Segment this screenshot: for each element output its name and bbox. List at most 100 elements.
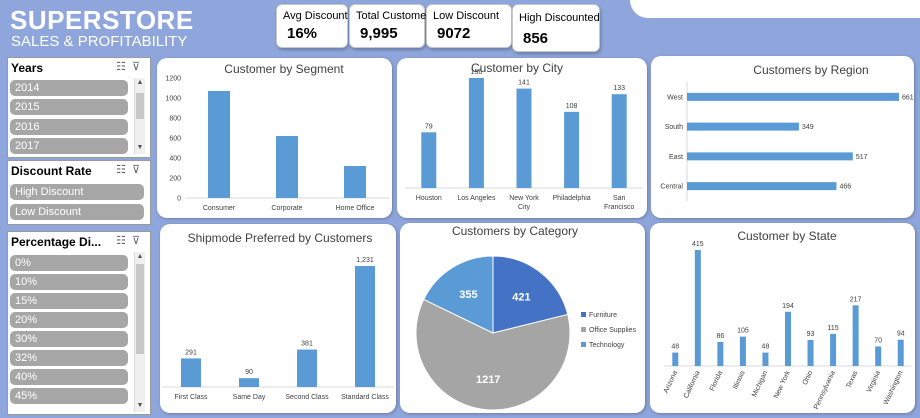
bar (785, 311, 791, 366)
slicer-item-low-discount[interactable]: Low Discount (10, 204, 144, 220)
slicer-item-high-discount[interactable]: High Discount (10, 184, 144, 200)
scroll-thumb[interactable] (136, 264, 144, 354)
slicer-item-15[interactable]: 15% (10, 293, 128, 309)
slicer-item-32[interactable]: 32% (10, 350, 128, 366)
data-label: 415 (692, 241, 704, 248)
dashboard-subtitle: SALES & PROFITABILITY (11, 33, 188, 50)
slicer-title: Percentage Di... (11, 235, 102, 249)
bar (516, 88, 532, 188)
slicer-item-45[interactable]: 45% (10, 388, 128, 404)
clear-filter-icon[interactable]: ⊽ (132, 61, 146, 73)
slicer-years: Years ☷⊽ 2014 2015 2016 2017 ▲ ▼ (7, 57, 151, 158)
bar (687, 152, 853, 161)
slicer-item-30[interactable]: 30% (10, 331, 128, 347)
scroll-up-icon[interactable]: ▲ (135, 253, 145, 261)
clear-filter-icon[interactable]: ⊽ (132, 164, 146, 176)
bar (687, 182, 837, 191)
x-tick-label: Michigan (751, 370, 769, 398)
bar (564, 111, 580, 188)
x-tick-label: Ohio (802, 370, 815, 386)
x-tick-label: Pennsylvania (813, 370, 837, 411)
bar (830, 333, 837, 366)
slicer-controls: ☷⊽ (116, 234, 146, 247)
legend-swatch (581, 342, 586, 347)
chart-customer-by-segment: Customer by Segment 0 200 400 600 800 1000 1200… (157, 58, 392, 218)
x-tick-label: Texas (845, 369, 859, 389)
x-tick-label: Standard Class (341, 394, 389, 401)
chart-title: Customer by Segment (224, 62, 344, 76)
data-label: 355 (459, 289, 477, 301)
slicer-item-10[interactable]: 10% (10, 274, 128, 290)
bar (762, 352, 769, 366)
y-tick-label: East (669, 154, 683, 161)
scroll-down-icon[interactable]: ▼ (135, 144, 145, 152)
slicer-item-2017[interactable]: 2017 (10, 138, 128, 154)
slicer-scrollbar[interactable]: ▲ ▼ (134, 252, 145, 412)
slicer-controls: ☷⊽ (116, 60, 146, 73)
bar (807, 340, 814, 366)
data-label: 86 (716, 333, 724, 340)
data-label: 94 (897, 331, 905, 338)
data-label: 194 (782, 303, 794, 310)
y-tick-label: 800 (169, 116, 181, 123)
legend-label: Office Supplies (589, 327, 636, 334)
shipmode-chart-svg: Shipmode Preferred by Customers 291 First … (162, 231, 394, 401)
slicer-discount-rate: Discount Rate ☷⊽ High Discount Low Disco… (7, 160, 151, 225)
x-tick-label: New York (509, 195, 539, 202)
kpi-label: Total Customers (356, 10, 436, 22)
x-tick-label: Washington (883, 370, 905, 406)
y-tick-label: South (665, 124, 683, 131)
y-tick-label: 1200 (165, 76, 181, 83)
x-tick-label: Corporate (271, 205, 302, 212)
data-label: 70 (874, 337, 882, 344)
data-label: 141 (518, 80, 530, 87)
slicer-item-40[interactable]: 40% (10, 369, 128, 385)
segment-chart-svg: Customer by Segment 0 200 400 600 800 1000 1200… (165, 62, 389, 212)
scroll-down-icon[interactable]: ▼ (135, 402, 145, 410)
x-tick-label: California (683, 370, 702, 400)
bar (687, 92, 899, 101)
data-label: 421 (512, 292, 530, 304)
slicer-scrollbar[interactable]: ▲ ▼ (134, 78, 145, 154)
kpi-label: High Discounted (519, 12, 600, 24)
slicer-item-2014[interactable]: 2014 (10, 80, 128, 96)
chart-title: Shipmode Preferred by Customers (188, 231, 373, 245)
bar (344, 166, 366, 198)
bar (739, 336, 746, 366)
data-label: 156 (471, 69, 483, 76)
y-tick-label: 1000 (165, 96, 181, 103)
slicer-item-2016[interactable]: 2016 (10, 119, 128, 135)
state-chart-svg: Customer by State 48 Arizona 415 California 8… (663, 229, 912, 411)
multi-select-icon[interactable]: ☷ (116, 61, 132, 73)
slicer-item-0[interactable]: 0% (10, 255, 128, 271)
data-label: 105 (737, 328, 749, 335)
scroll-thumb[interactable] (136, 93, 144, 119)
slicer-item-2015[interactable]: 2015 (10, 99, 128, 115)
chart-title: Customer by City (471, 61, 563, 75)
bar (468, 78, 484, 188)
multi-select-icon[interactable]: ☷ (116, 164, 132, 176)
data-label: 93 (807, 331, 815, 338)
y-tick-label: 600 (169, 136, 181, 143)
legend-swatch (581, 327, 586, 332)
slicer-percentage-discount: Percentage Di... ☷⊽ 0% 10% 15% 20% 30% 3… (7, 231, 151, 415)
city-chart-svg: Customer by City 79 Houston 156 Los Angeles 1… (405, 61, 643, 211)
scroll-up-icon[interactable]: ▲ (135, 79, 145, 87)
bar (276, 136, 298, 198)
bar (852, 305, 859, 366)
data-label: 90 (245, 369, 253, 376)
slicer-item-20[interactable]: 20% (10, 312, 128, 328)
x-tick-label: New York (773, 369, 792, 399)
kpi-value: 856 (523, 30, 549, 47)
data-label: 133 (613, 85, 625, 92)
data-label: 1,231 (356, 257, 374, 264)
clear-filter-icon[interactable]: ⊽ (132, 235, 146, 247)
y-tick-label: 200 (169, 176, 181, 183)
x-tick-label: First Class (174, 394, 208, 401)
x-tick-label: Same Day (233, 394, 266, 401)
slicer-title: Discount Rate (11, 164, 92, 178)
multi-select-icon[interactable]: ☷ (116, 235, 132, 247)
data-label: 108 (566, 103, 578, 110)
region-chart-svg: Customers by Region 661 West 349 South 517 Eas… (660, 63, 914, 201)
data-label: 115 (828, 325, 839, 332)
